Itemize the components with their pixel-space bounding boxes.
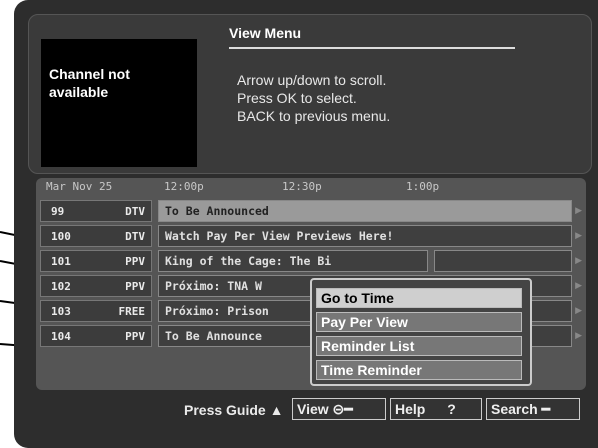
help-label: Help bbox=[395, 401, 426, 417]
channel-cell[interactable]: 101 PPV bbox=[40, 250, 152, 272]
program-cell-selected[interactable]: To Be Announced bbox=[158, 200, 572, 222]
channel-cell[interactable]: 100 DTV bbox=[40, 225, 152, 247]
menu-instructions: Arrow up/down to scroll. Press OK to sel… bbox=[237, 71, 390, 125]
press-guide-text: Press Guide bbox=[184, 402, 266, 418]
channel-number: 103 bbox=[51, 305, 71, 318]
guide-row[interactable]: 100 DTV Watch Pay Per View Previews Here… bbox=[40, 225, 582, 247]
time-slot-1: 12:00p bbox=[164, 180, 204, 193]
menu-item-pay-per-view[interactable]: Pay Per View bbox=[316, 312, 522, 332]
program-cell[interactable]: King of the Cage: The Bi bbox=[158, 250, 428, 272]
channel-name: PPV bbox=[125, 255, 145, 268]
video-preview: Channel not available bbox=[41, 39, 197, 167]
channel-number: 99 bbox=[51, 205, 65, 218]
help-question-icon: ? bbox=[447, 401, 456, 417]
channel-cell[interactable]: 99 DTV bbox=[40, 200, 152, 222]
preview-line-2: available bbox=[49, 84, 109, 100]
channel-cell[interactable]: 103 FREE bbox=[40, 300, 152, 322]
view-popup-menu: Go to Time Pay Per View Reminder List Ti… bbox=[310, 278, 532, 386]
help-button[interactable]: Help ? bbox=[390, 398, 482, 420]
channel-number: 101 bbox=[51, 255, 71, 268]
search-key-icon: ━ bbox=[541, 401, 551, 417]
channel-number: 104 bbox=[51, 330, 71, 343]
scroll-right-icon: ▶ bbox=[575, 281, 582, 291]
title-divider bbox=[229, 47, 515, 49]
preview-message: Channel not available bbox=[49, 65, 189, 101]
menu-item-reminder-list[interactable]: Reminder List bbox=[316, 336, 522, 356]
info-panel: Channel not available View Menu Arrow up… bbox=[28, 14, 592, 174]
channel-name: DTV bbox=[125, 230, 145, 243]
channel-name: FREE bbox=[118, 305, 146, 318]
screen: Channel not available View Menu Arrow up… bbox=[0, 0, 598, 448]
grid-date: Mar Nov 25 bbox=[46, 180, 113, 193]
program-cell-next[interactable] bbox=[434, 250, 572, 272]
channel-cell[interactable]: 104 PPV bbox=[40, 325, 152, 347]
menu-item-time-reminder[interactable]: Time Reminder bbox=[316, 360, 522, 380]
program-cell[interactable]: Watch Pay Per View Previews Here! bbox=[158, 225, 572, 247]
scroll-right-icon: ▶ bbox=[575, 206, 582, 216]
guide-row[interactable]: 99 DTV To Be Announced ▶ bbox=[40, 200, 582, 222]
time-slot-3: 1:00p bbox=[406, 180, 440, 193]
channel-name: PPV bbox=[125, 280, 145, 293]
instruction-line: Press OK to select. bbox=[237, 90, 357, 106]
search-label: Search bbox=[491, 401, 538, 417]
press-guide-label: Press Guide ▲ bbox=[184, 402, 283, 418]
instruction-line: BACK to previous menu. bbox=[237, 108, 391, 124]
view-label: View bbox=[297, 401, 329, 417]
instruction-line: Arrow up/down to scroll. bbox=[237, 72, 387, 88]
view-key-icon: ⊝━ bbox=[332, 401, 353, 417]
channel-cell[interactable]: 102 PPV bbox=[40, 275, 152, 297]
scroll-right-icon: ▶ bbox=[575, 306, 582, 316]
search-button[interactable]: Search ━ bbox=[486, 398, 580, 420]
scroll-right-icon: ▶ bbox=[575, 231, 582, 241]
time-slot-2: 12:30p bbox=[282, 180, 322, 193]
guide-row[interactable]: 101 PPV King of the Cage: The Bi ▶ bbox=[40, 250, 582, 272]
scroll-right-icon: ▶ bbox=[575, 331, 582, 341]
tv-screen: Channel not available View Menu Arrow up… bbox=[14, 0, 598, 448]
scroll-right-icon: ▶ bbox=[575, 256, 582, 266]
up-triangle-icon: ▲ bbox=[269, 402, 284, 418]
menu-item-go-to-time[interactable]: Go to Time bbox=[316, 288, 522, 308]
channel-name: DTV bbox=[125, 205, 145, 218]
menu-title: View Menu bbox=[229, 25, 302, 41]
view-button[interactable]: View ⊝━ bbox=[292, 398, 386, 420]
channel-name: PPV bbox=[125, 330, 145, 343]
channel-number: 102 bbox=[51, 280, 71, 293]
channel-number: 100 bbox=[51, 230, 71, 243]
preview-line-1: Channel not bbox=[49, 66, 130, 82]
